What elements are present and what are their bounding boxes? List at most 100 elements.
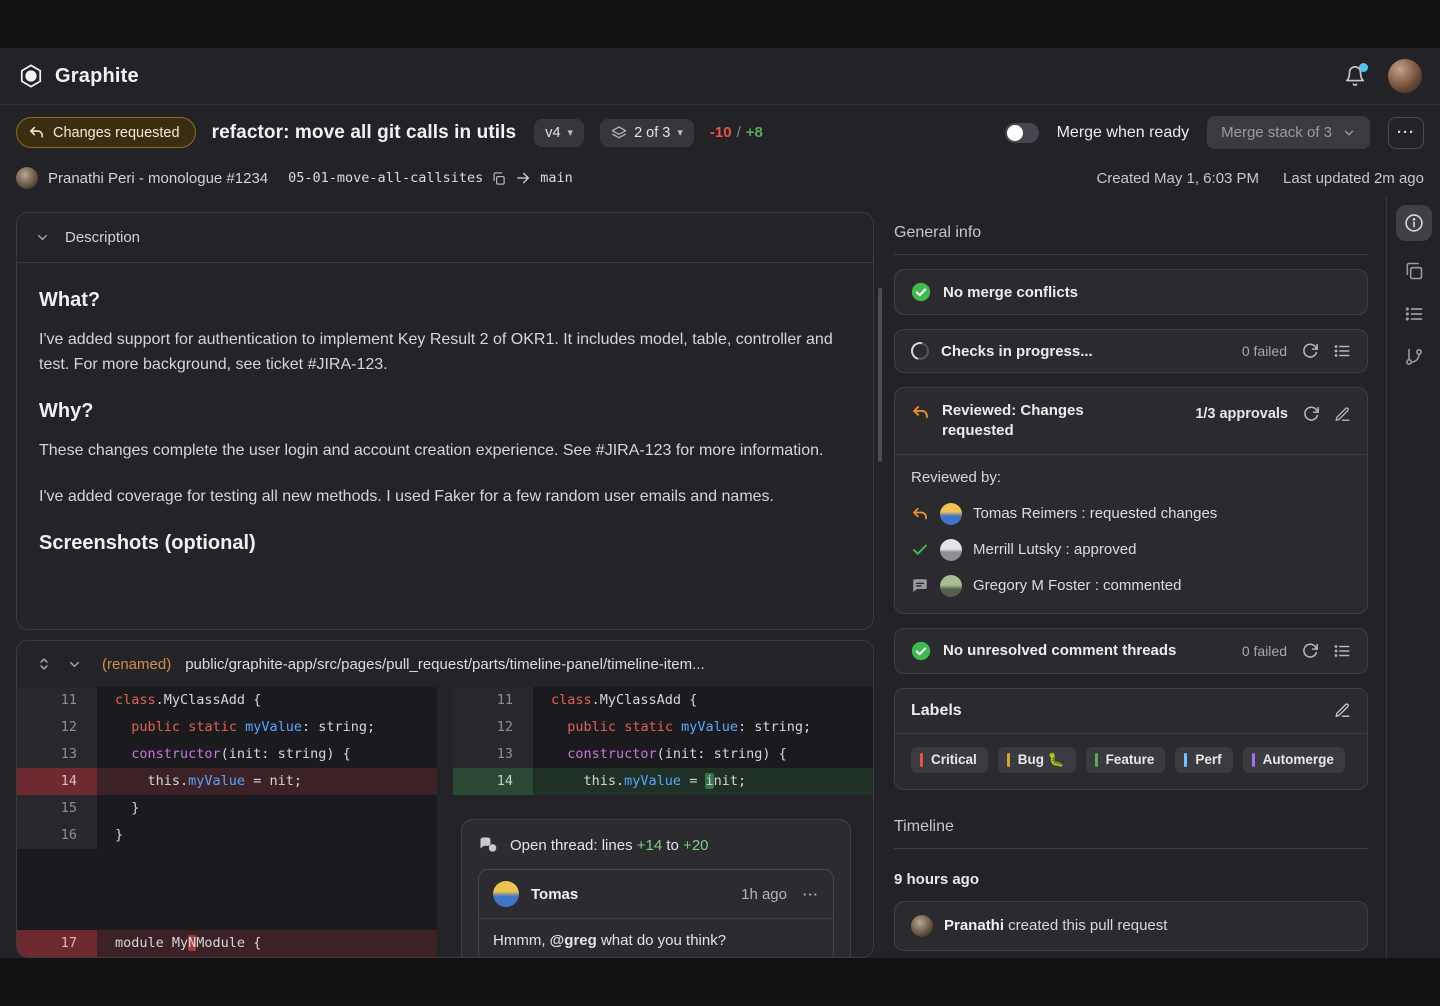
reviewer-avatar[interactable] — [940, 575, 962, 597]
author-avatar[interactable] — [16, 167, 38, 189]
last-updated: Last updated 2m ago — [1283, 170, 1424, 187]
checks-title: Checks in progress... — [941, 343, 1093, 360]
checklist-tab[interactable] — [1396, 301, 1432, 327]
label-color-bar — [1252, 753, 1255, 767]
line-number[interactable]: 12 — [17, 714, 97, 741]
label-chip[interactable]: Critical — [911, 747, 988, 773]
expand-file-icon[interactable] — [35, 655, 53, 673]
merge-conflicts-title: No merge conflicts — [943, 284, 1078, 301]
refresh-icon[interactable] — [1301, 642, 1319, 660]
line-number[interactable]: 11 — [453, 687, 533, 714]
merge-when-ready-toggle[interactable] — [1005, 123, 1039, 143]
reviewer-row: Gregory M Foster : commented — [895, 568, 1367, 613]
line-number[interactable]: 16 — [17, 822, 97, 849]
code-line: 14 this.myValue = nit; — [17, 768, 437, 795]
mention[interactable]: @greg — [550, 932, 597, 949]
diff-body: 11class.MyClassAdd {12 public static myV… — [17, 687, 873, 957]
diff-left-pane: 11class.MyClassAdd {12 public static myV… — [17, 687, 437, 957]
code-line: 12 public static myValue: string; — [17, 714, 437, 741]
version-label: v4 — [545, 125, 560, 141]
copy-branch-icon[interactable] — [491, 171, 506, 186]
checklist-icon[interactable] — [1333, 642, 1351, 660]
reviewer-avatar[interactable] — [940, 503, 962, 525]
thread-label: Open thread: lines — [510, 837, 637, 854]
why-paragraph-2: I've added coverage for testing all new … — [39, 485, 839, 510]
label-color-bar — [1095, 753, 1098, 767]
spinner-icon — [908, 339, 933, 364]
refresh-icon[interactable] — [1301, 342, 1319, 360]
code-text: module MyNModule { — [97, 930, 437, 957]
code-line: 17module MyNModule { — [17, 930, 437, 957]
stack-position-dropdown[interactable]: 2 of 3 ▾ — [600, 119, 694, 147]
pr-title: refactor: move all git calls in utils — [212, 122, 517, 144]
checklist-icon[interactable] — [1333, 342, 1351, 360]
user-avatar[interactable] — [1388, 59, 1422, 93]
requested-changes-icon — [911, 505, 929, 523]
notifications-button[interactable] — [1344, 65, 1366, 87]
line-number[interactable]: 14 — [453, 768, 533, 795]
comment-menu-button[interactable]: ··· — [803, 887, 819, 902]
timeline-heading: Timeline — [894, 818, 1368, 836]
author-line: Pranathi Peri - monologue #1234 — [48, 170, 268, 187]
app-header: Graphite — [0, 48, 1440, 105]
timeline-group-label: 9 hours ago — [894, 871, 1368, 888]
target-branch[interactable]: main — [540, 170, 573, 186]
label-chip[interactable]: Bug 🐛 — [998, 747, 1076, 773]
status-badge[interactable]: Changes requested — [16, 117, 196, 148]
edit-pencil-icon[interactable] — [1334, 406, 1351, 423]
reviewer-separator: : — [1077, 505, 1090, 522]
left-scrollbar[interactable] — [878, 288, 882, 462]
description-header[interactable]: Description — [17, 213, 873, 263]
commenter-avatar[interactable] — [493, 881, 519, 907]
diff-right-pane: 11class.MyClassAdd {12 public static myV… — [453, 687, 873, 957]
checks-failed-count: 0 failed — [1242, 343, 1287, 359]
label-chip[interactable]: Feature — [1086, 747, 1166, 773]
comment-body: Hmmm, @greg what do you think? — [479, 919, 833, 957]
line-number[interactable]: 14 — [17, 768, 97, 795]
timeline-entry[interactable]: Pranathi created this pull request — [894, 901, 1368, 951]
thread-line-end: +20 — [683, 837, 708, 854]
merge-stack-button[interactable]: Merge stack of 3 — [1207, 116, 1370, 149]
line-number[interactable]: 12 — [453, 714, 533, 741]
line-number[interactable]: 13 — [453, 741, 533, 768]
undo-arrow-icon — [28, 124, 45, 141]
git-stack-tab[interactable] — [1396, 344, 1432, 370]
reviewer-separator: : — [1091, 577, 1104, 594]
code-text: } — [97, 822, 437, 849]
refresh-icon[interactable] — [1302, 405, 1320, 423]
comment-card: Tomas 1h ago ··· Hmmm, @greg what do you… — [478, 869, 834, 957]
source-branch[interactable]: 05-01-move-all-callsites — [288, 170, 483, 186]
version-dropdown[interactable]: v4 ▾ — [534, 119, 584, 147]
line-number[interactable]: 11 — [17, 687, 97, 714]
approvals-count: 1/3 approvals — [1195, 406, 1288, 422]
diffstat-separator: / — [737, 124, 741, 141]
labels-card: Labels CriticalBug 🐛FeaturePerfAutomerge — [894, 688, 1368, 790]
copy-pages-icon — [1404, 261, 1424, 281]
line-number[interactable]: 17 — [17, 930, 97, 957]
edit-labels-button[interactable] — [1334, 702, 1351, 719]
brand[interactable]: Graphite — [18, 63, 139, 89]
label-chip[interactable]: Perf — [1175, 747, 1232, 773]
collapse-file-chevron-icon[interactable] — [67, 657, 82, 672]
label-chip[interactable]: Automerge — [1243, 747, 1345, 773]
more-options-button[interactable]: ··· — [1388, 117, 1424, 149]
status-badge-label: Changes requested — [53, 125, 180, 141]
merge-conflicts-card[interactable]: No merge conflicts — [894, 269, 1368, 315]
info-tab[interactable] — [1396, 205, 1432, 241]
why-heading: Why? — [39, 400, 851, 423]
line-number[interactable]: 15 — [17, 795, 97, 822]
files-tab[interactable] — [1396, 258, 1432, 284]
checks-card[interactable]: Checks in progress... 0 failed — [894, 329, 1368, 373]
check-circle-icon — [911, 641, 931, 661]
comment-threads-card[interactable]: No unresolved comment threads 0 failed — [894, 628, 1368, 674]
diff-right-rows: 11class.MyClassAdd {12 public static myV… — [453, 687, 873, 795]
git-branch-icon — [1404, 347, 1424, 367]
file-path[interactable]: public/graphite-app/src/pages/pull_reque… — [185, 656, 704, 673]
approved-check-icon — [911, 541, 929, 559]
line-number[interactable]: 13 — [17, 741, 97, 768]
reviewer-name: Gregory M Foster — [973, 577, 1091, 594]
notification-dot — [1359, 63, 1368, 72]
reviewer-avatar[interactable] — [940, 539, 962, 561]
right-icon-rail — [1386, 196, 1440, 958]
divider — [894, 254, 1368, 255]
